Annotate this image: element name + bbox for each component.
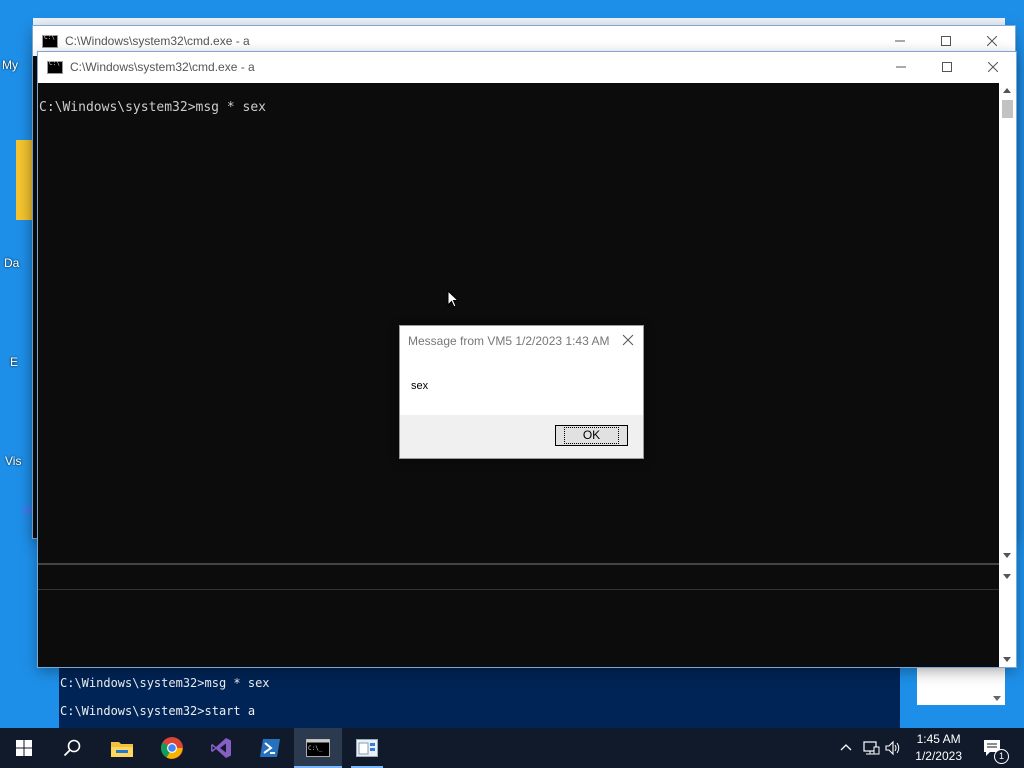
scroll-down-arrow[interactable] (1003, 553, 1011, 558)
desktop-icon-label-my[interactable]: My (2, 58, 18, 72)
taskbar-powershell[interactable] (246, 728, 294, 768)
scroll-down-arrow[interactable] (1003, 574, 1011, 579)
scroll-down-arrow[interactable] (1003, 657, 1011, 662)
search-icon (63, 739, 81, 757)
network-icon (863, 741, 880, 755)
desktop-icon-image[interactable] (16, 140, 34, 220)
scroll-down-arrow[interactable] (993, 696, 1001, 701)
visual-studio-icon (211, 738, 231, 758)
close-icon (988, 62, 998, 72)
app-icon (356, 739, 378, 757)
taskbar-visual-studio[interactable] (197, 728, 245, 768)
powershell-line: C:\Windows\system32>start a (60, 704, 256, 718)
cmd-icon (47, 60, 63, 74)
front-cmd-title: C:\Windows\system32\cmd.exe - a (70, 60, 255, 74)
cmd-icon (42, 34, 58, 48)
start-button[interactable] (0, 728, 48, 768)
close-icon (987, 36, 997, 46)
console-line: C:\Windows\system32>msg * sex (39, 100, 266, 115)
console-area-lower[interactable] (38, 564, 999, 667)
console-scrollbar[interactable] (999, 83, 1016, 563)
taskbar-cmd[interactable]: C:\_ (294, 728, 342, 768)
ok-button-label: OK (563, 427, 620, 444)
cmd-icon: C:\_ (306, 739, 330, 757)
scroll-thumb[interactable] (1002, 100, 1013, 118)
powershell-line: C:\Windows\system32>msg * sex (60, 676, 270, 690)
dialog-title: Message from VM5 1/2/2023 1:43 AM (408, 334, 610, 348)
message-dialog[interactable]: Message from VM5 1/2/2023 1:43 AM sex OK (399, 325, 644, 459)
volume-icon (885, 740, 900, 756)
desktop-icon-label-da[interactable]: Da (4, 256, 19, 270)
start-icon (16, 740, 32, 756)
back-cmd-title: C:\Windows\system32\cmd.exe - a (65, 34, 250, 48)
network-button[interactable] (862, 739, 880, 757)
action-center-button[interactable]: 1 (982, 738, 1009, 764)
chrome-icon (161, 737, 183, 759)
close-button[interactable] (970, 52, 1016, 82)
taskbar-chrome[interactable] (148, 728, 196, 768)
clock[interactable]: 1:45 AM 1/2/2023 (915, 731, 962, 765)
lower-scrollbar[interactable] (999, 564, 1016, 667)
clock-date: 1/2/2023 (915, 749, 962, 763)
dialog-message: sex (411, 380, 429, 392)
minimize-button[interactable] (878, 52, 924, 82)
desktop-icon-label-vis[interactable]: Vis (5, 454, 21, 468)
dialog-footer: OK (400, 415, 643, 458)
maximize-icon (942, 62, 952, 72)
search-button[interactable] (48, 728, 96, 768)
dialog-close-button[interactable] (620, 332, 636, 348)
console-pane-separator (38, 589, 999, 590)
powershell-window[interactable]: C:\Windows\system32>msg * sex C:\Windows… (59, 665, 900, 728)
taskbar-app[interactable] (343, 728, 391, 768)
minimize-icon (896, 66, 906, 68)
ok-button[interactable]: OK (555, 425, 628, 446)
powershell-icon (260, 739, 280, 757)
scroll-up-arrow[interactable] (1003, 88, 1011, 93)
chevron-up-icon (840, 744, 852, 751)
file-explorer-icon (111, 742, 133, 757)
front-cmd-titlebar[interactable]: C:\Windows\system32\cmd.exe - a (38, 52, 1016, 82)
close-icon (622, 334, 634, 346)
desktop-icon-dot (22, 505, 32, 515)
mouse-cursor-icon (447, 290, 459, 308)
desktop-icon-label-e[interactable]: E (10, 355, 18, 369)
console-area[interactable]: C:\Windows\system32>msg * sex (38, 83, 999, 563)
notification-badge: 1 (994, 749, 1009, 764)
taskbar-file-explorer[interactable] (98, 728, 146, 768)
svg-text:C:\_: C:\_ (308, 745, 323, 752)
maximize-icon (941, 36, 951, 46)
clock-time: 1:45 AM (916, 732, 961, 746)
maximize-button[interactable] (924, 52, 970, 82)
background-window-edge (917, 665, 1005, 705)
taskbar: C:\_ 1:45 AM 1/2/2023 1 (0, 728, 1024, 768)
volume-button[interactable] (884, 739, 902, 757)
minimize-icon (895, 40, 905, 42)
show-hidden-icons-button[interactable] (838, 740, 854, 756)
